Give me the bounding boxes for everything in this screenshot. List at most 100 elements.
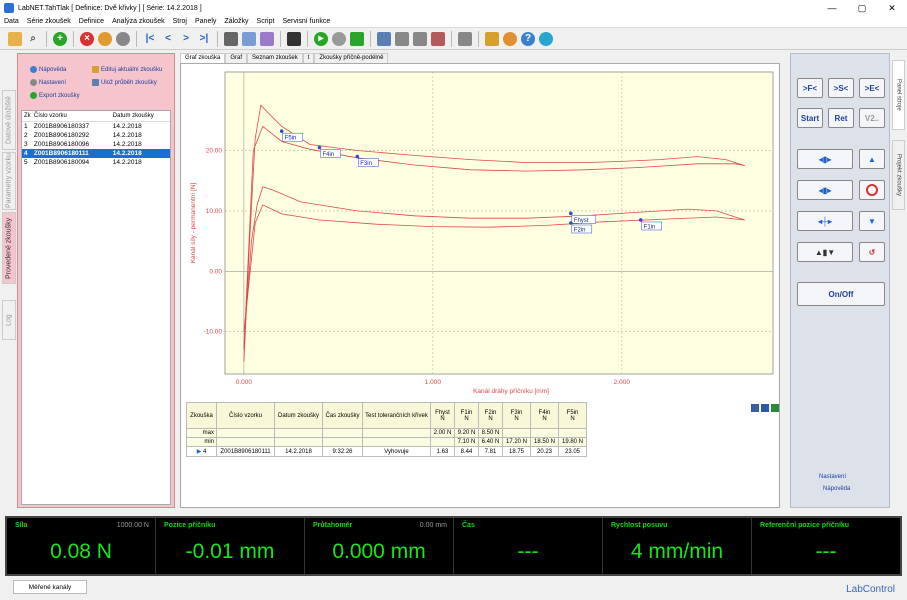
menu-service[interactable]: Servisní funkce <box>278 18 334 25</box>
list-item[interactable]: 3 Z001B8906180096 14.2.2018 <box>22 140 170 149</box>
crosshead-icon: ▲▮▼ <box>814 247 836 257</box>
menu-machine[interactable]: Stroj <box>169 18 191 25</box>
edit-test-link[interactable]: Edituj aktuální zkoušku <box>92 66 162 73</box>
lock-icon[interactable] <box>485 31 499 46</box>
menu-script[interactable]: Script <box>253 18 279 25</box>
first-icon[interactable]: |< <box>143 32 157 46</box>
machine-icon[interactable] <box>377 31 391 46</box>
list-item[interactable]: 1 Z001B8906180337 14.2.2018 <box>22 122 170 131</box>
menu-series[interactable]: Série zkoušek <box>23 18 75 25</box>
tab-cross-long[interactable]: Zkoušky příčně-podélně <box>314 53 389 63</box>
panel-settings-link[interactable]: Nastavení <box>819 474 846 480</box>
col-header-date[interactable]: Datum zkoušky <box>113 113 170 119</box>
menu-data[interactable]: Data <box>0 18 23 25</box>
col-header-f3in[interactable]: F3in N <box>502 402 531 429</box>
copy-icon[interactable] <box>242 31 256 46</box>
extenso-zero-button[interactable]: >E< <box>859 78 885 98</box>
next-icon[interactable]: > <box>179 32 193 46</box>
tool1-icon[interactable] <box>395 31 409 46</box>
col-header-f1in[interactable]: F1in N <box>454 402 479 429</box>
menu-bookmarks[interactable]: Záložky <box>220 18 252 25</box>
menu-definition[interactable]: Definice <box>75 18 108 25</box>
excel-icon[interactable] <box>771 404 779 412</box>
search-icon[interactable]: ⌕ <box>26 32 40 46</box>
paste-icon[interactable] <box>260 31 274 46</box>
col-header-f5in[interactable]: F5in N <box>558 402 587 429</box>
return-button[interactable]: Ret <box>828 108 854 128</box>
col-header-fhyst[interactable]: Fhyst N <box>430 402 455 429</box>
col-header-sample[interactable]: Číslo vzorku <box>34 113 113 119</box>
list-item-selected[interactable]: 4 Z001B8906180111 14.2.2018 <box>22 149 170 158</box>
word-icon[interactable] <box>761 404 769 412</box>
tab-machine-panel[interactable]: Panel stroje <box>892 60 905 130</box>
min-f2in: 6.40 N <box>478 437 503 447</box>
help-link[interactable]: Nápověda <box>30 66 66 73</box>
grip-close-button[interactable]: ◂▮▸ <box>797 149 853 169</box>
col-header-date[interactable]: Datum zkoušky <box>274 402 323 429</box>
col-header-time[interactable]: Čas zkoušky <box>322 402 363 429</box>
maximize-button[interactable]: ▢ <box>847 0 877 16</box>
table-row[interactable]: ▶ 4 Z001B8906180111 14.2.2018 9:32:26 Vy… <box>186 446 587 457</box>
v2-button[interactable]: V2.. <box>859 108 885 128</box>
delete-icon[interactable]: × <box>80 31 94 46</box>
crosshead-button[interactable]: ▲▮▼ <box>797 242 853 262</box>
meter-value: --- <box>517 540 539 563</box>
tab-t[interactable]: t <box>302 53 315 63</box>
grip-open-button[interactable]: ◂▮▸ <box>797 180 853 200</box>
down-button[interactable]: ▼ <box>859 211 885 231</box>
tab-graph[interactable]: Graf <box>225 53 248 63</box>
sync-icon[interactable] <box>539 31 553 46</box>
tool3-icon[interactable] <box>431 31 445 46</box>
grid-icon[interactable] <box>458 31 472 46</box>
stop-icon[interactable] <box>116 31 130 46</box>
y-tick-label: 20.00 <box>206 148 223 155</box>
col-header-f4in[interactable]: F4in N <box>530 402 559 429</box>
stop-button[interactable] <box>859 180 885 200</box>
col-header-test[interactable]: Zkouška <box>186 402 217 429</box>
col-header-tolerance[interactable]: Test tolerančních křivek <box>362 402 431 429</box>
menu-panels[interactable]: Panely <box>191 18 220 25</box>
monitor-icon[interactable] <box>287 31 301 46</box>
menu-analysis[interactable]: Analýza zkoušek <box>108 18 169 25</box>
open-folder-icon[interactable] <box>8 31 22 46</box>
prev-icon[interactable]: < <box>161 32 175 46</box>
panel-help-link[interactable]: Nápověda <box>823 486 850 492</box>
print-icon[interactable] <box>224 31 238 46</box>
settings-icon[interactable] <box>503 31 517 46</box>
tab-data-storage[interactable]: Datové úložiště <box>2 90 16 150</box>
close-button[interactable]: ✕ <box>877 0 907 16</box>
col-header-f2in[interactable]: F2in N <box>478 402 503 429</box>
start-button[interactable]: Start <box>797 108 823 128</box>
force-displacement-chart[interactable]: F5in F4in F3in Fhyst F2in F1in 0.000 1.000 2.00… <box>181 64 779 399</box>
tab-measured-channels[interactable]: Měřené kanály <box>13 580 87 594</box>
col-header-sample[interactable]: Číslo vzorku <box>216 402 275 429</box>
tab-test-list[interactable]: Seznam zkoušek <box>247 53 303 63</box>
add-icon[interactable]: + <box>53 31 67 46</box>
extensometer-button[interactable]: ◂┼▸ <box>797 211 853 231</box>
minimize-button[interactable]: — <box>817 0 847 16</box>
record-icon[interactable] <box>98 31 112 46</box>
settings-link[interactable]: Nastavení <box>30 79 66 86</box>
play-icon[interactable]: ▸ <box>314 31 328 46</box>
help-icon[interactable]: ? <box>521 31 535 46</box>
up-button[interactable]: ▲ <box>859 149 885 169</box>
tab-sample-params[interactable]: Parametry vzorku <box>2 152 16 210</box>
force-zero-button[interactable]: >F< <box>797 78 823 98</box>
list-item[interactable]: 2 Z001B8906180292 14.2.2018 <box>22 131 170 140</box>
tab-test-project[interactable]: Projekt zkoušky <box>892 140 905 210</box>
col-header-no[interactable]: Zk <box>22 113 34 119</box>
last-icon[interactable]: >| <box>197 32 211 46</box>
save-curve-link[interactable]: Ulož průběh zkoušky <box>92 79 157 86</box>
position-zero-button[interactable]: >S< <box>828 78 854 98</box>
tab-log[interactable]: Log <box>2 300 16 340</box>
list-item[interactable]: 5 Z001B8906180094 14.2.2018 <box>22 158 170 167</box>
save-icon[interactable] <box>751 404 759 412</box>
on-off-button[interactable]: On/Off <box>797 282 885 306</box>
export-link[interactable]: Export zkoušky <box>30 92 80 99</box>
tab-graph-test[interactable]: Graf zkouška <box>180 53 226 63</box>
graph-icon[interactable] <box>350 31 364 46</box>
tool2-icon[interactable] <box>413 31 427 46</box>
return-home-button[interactable]: ↺ <box>859 242 885 262</box>
pause-icon[interactable] <box>332 31 346 46</box>
tab-performed-tests[interactable]: Provedené zkoušky <box>2 212 16 284</box>
